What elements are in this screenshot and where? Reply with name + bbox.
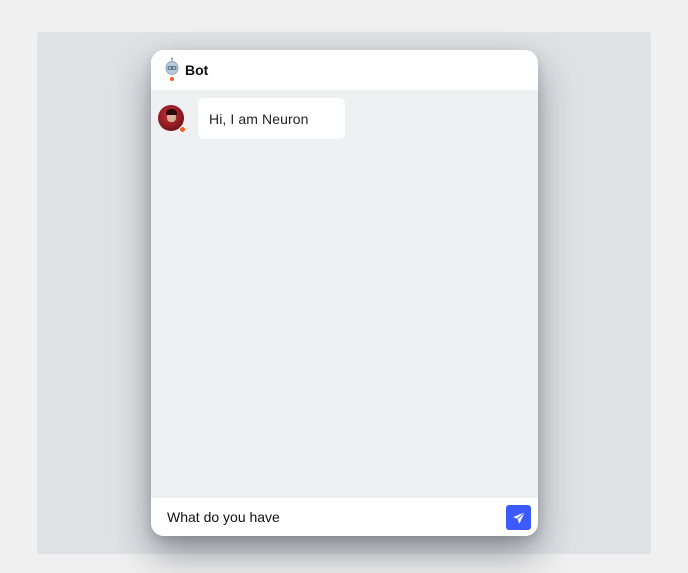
paper-plane-icon xyxy=(512,511,526,525)
robot-icon xyxy=(163,57,181,81)
chat-title: Bot xyxy=(185,62,209,78)
composer-bar xyxy=(151,498,538,536)
message-list: Hi, I am Neuron xyxy=(151,90,538,498)
bot-message-bubble: Hi, I am Neuron xyxy=(198,98,345,139)
avatar-status-dot xyxy=(179,126,186,133)
chat-header: Bot xyxy=(151,50,538,90)
avatar-hair xyxy=(166,109,177,115)
send-button[interactable] xyxy=(506,505,531,530)
chat-window: Bot Hi, I am Neuron xyxy=(151,50,538,536)
message-input[interactable] xyxy=(167,507,497,527)
bot-status-dot xyxy=(170,77,174,81)
page: Bot Hi, I am Neuron xyxy=(0,0,688,573)
